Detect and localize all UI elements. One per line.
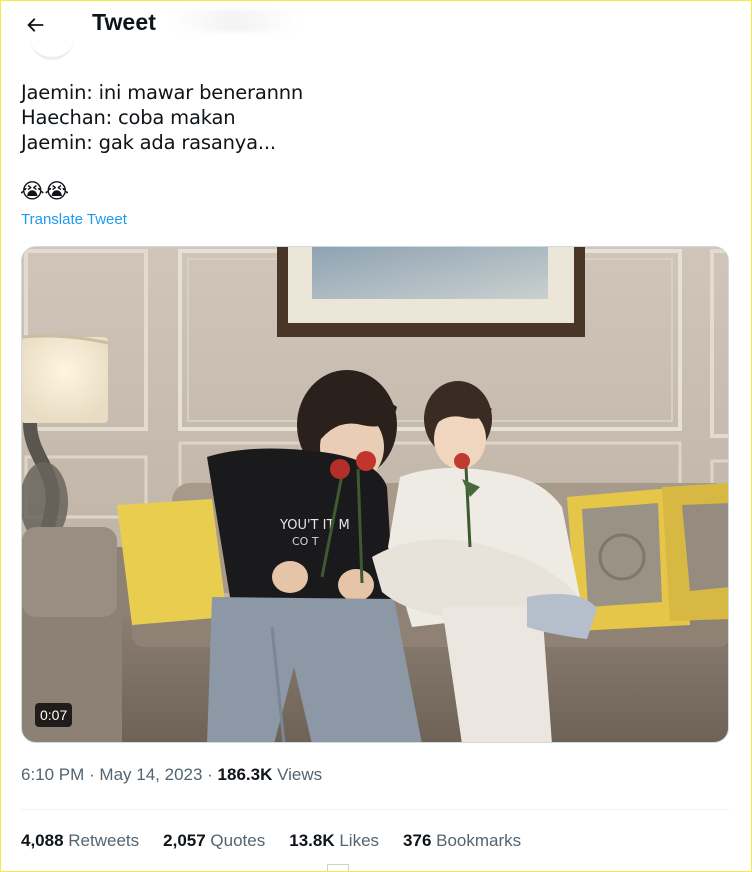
tweet-line: Jaemin: ini mawar benerannn [21,81,304,104]
video-thumbnail: YOU'T IT M CO T [22,247,728,742]
translate-tweet-link[interactable]: Translate Tweet [21,211,127,228]
bookmarks-stat[interactable]: 376 Bookmarks [403,831,521,851]
avatar [30,30,74,60]
meta-separator: · [202,765,218,784]
quotes-stat[interactable]: 2,057 Quotes [163,831,265,851]
crying-emoji: 😭😭 [20,179,70,203]
divider [21,809,729,810]
stat-count: 376 [403,831,432,850]
views-label: Views [272,765,323,784]
scroll-tab [327,864,349,872]
tweet-line: Haechan: coba makan [21,106,236,129]
views-count: 186.3K [217,765,273,784]
blurred-name [170,10,300,32]
stat-label: Likes [334,831,380,850]
video-player[interactable]: YOU'T IT M CO T [21,246,729,743]
stat-count: 2,057 [163,831,206,850]
header: Tweet [0,0,752,60]
stat-label: Quotes [205,831,266,850]
meta-separator: · [84,765,100,784]
likes-stat[interactable]: 13.8K Likes [289,831,379,851]
tweet-line: Jaemin: gak ada rasanya... [21,131,276,154]
video-duration-badge: 0:07 [35,703,73,727]
tweet-text: Jaemin: ini mawar benerannn Haechan: cob… [21,80,303,155]
tweet-stats: 4,088 Retweets 2,057 Quotes 13.8K Likes … [21,831,545,851]
retweets-stat[interactable]: 4,088 Retweets [21,831,139,851]
tweet-meta: 6:10 PM · May 14, 2023 · 186.3K Views [21,765,322,785]
tweet-date[interactable]: May 14, 2023 [99,765,202,784]
page-title: Tweet [92,9,156,35]
stat-count: 4,088 [21,831,64,850]
tweet-time[interactable]: 6:10 PM [21,765,84,784]
svg-text:CO T: CO T [292,535,319,548]
stat-count: 13.8K [289,831,335,850]
svg-text:YOU'T IT M: YOU'T IT M [279,518,350,533]
stat-label: Retweets [63,831,140,850]
stat-label: Bookmarks [431,831,522,850]
